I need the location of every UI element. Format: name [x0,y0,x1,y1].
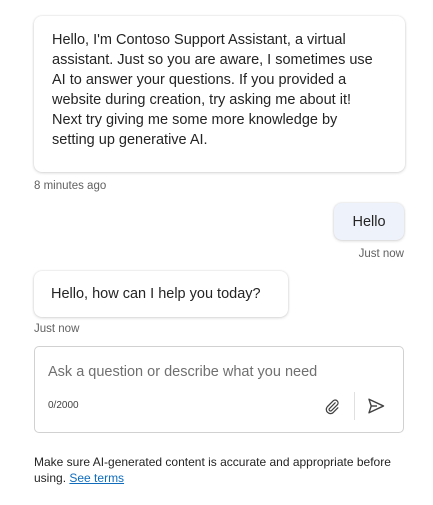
user-message-timestamp: Just now [358,248,404,260]
message-input[interactable] [48,361,378,383]
bot-message-welcome: Hello, I'm Contoso Support Assistant, a … [34,16,405,172]
paperclip-icon [325,399,339,415]
bot-message-line: website during creation, try asking me a… [52,92,352,108]
bot-message-reply: Hello, how can I help you today? [34,271,288,317]
send-button[interactable] [364,394,388,418]
user-message: Hello [334,203,404,240]
bot-reply-timestamp: Just now [34,323,80,335]
bot-message-line: Hello, I'm Contoso Support Assistant, a … [52,32,346,48]
composer-divider [354,392,355,420]
bot-message-line: AI to answer your questions. If you prov… [52,72,347,88]
bot-message-line: assistant. Just so you are aware, I some… [52,52,373,68]
attach-button[interactable] [320,394,344,418]
bot-message-line: Next try giving me some more knowledge b… [52,112,338,128]
see-terms-link[interactable]: See terms [69,471,124,485]
bot-message-timestamp: 8 minutes ago [34,180,107,192]
bot-message-line: setting up generative AI. [52,132,208,148]
send-icon [368,398,385,414]
character-counter: 0/2000 [48,400,79,411]
chat-transcript: Hello, I'm Contoso Support Assistant, a … [0,0,433,505]
message-composer: 0/2000 [34,346,404,433]
ai-disclaimer: Make sure AI-generated content is accura… [34,454,404,486]
